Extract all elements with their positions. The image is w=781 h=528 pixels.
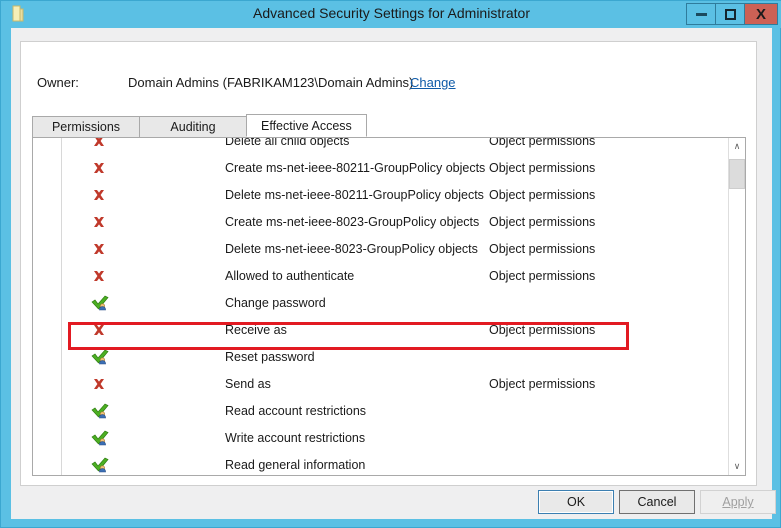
minimize-icon [696,13,707,16]
permission-name: Delete ms-net-ieee-8023-GroupPolicy obje… [225,242,478,256]
permission-type: Object permissions [489,138,595,148]
permission-type: Object permissions [489,323,595,337]
allow-check-icon [91,457,109,475]
close-button[interactable]: X [744,3,778,25]
table-row[interactable]: Create ms-net-ieee-80211-GroupPolicy obj… [33,156,729,183]
deny-x-icon [91,214,109,232]
content-panel: Owner: Domain Admins (FABRIKAM123\Domain… [20,41,757,486]
permission-type: Object permissions [489,215,595,229]
permission-name: Allowed to authenticate [225,269,354,283]
tab-permissions[interactable]: Permissions [32,116,140,137]
ok-button[interactable]: OK [538,490,614,514]
table-row[interactable]: Delete all child objects Object permissio… [33,138,729,156]
permission-name: Send as [225,377,271,391]
chevron-up-icon: ∧ [734,142,741,151]
table-row[interactable]: Write account restrictions [33,426,729,453]
dialog-button-row: OK Cancel Apply [11,490,772,519]
permission-name: Write account restrictions [225,431,365,445]
owner-value: Domain Admins (FABRIKAM123\Domain Admins… [128,75,413,90]
permission-type: Object permissions [489,242,595,256]
apply-button-label: Apply [722,495,753,509]
owner-change-link[interactable]: Change [410,75,456,90]
scroll-up-button[interactable]: ∧ [729,138,745,155]
table-row[interactable]: Reset password [33,345,729,372]
permission-type: Object permissions [489,161,595,175]
deny-x-icon [91,241,109,259]
maximize-icon [725,9,736,20]
apply-button[interactable]: Apply [700,490,776,514]
scrollbar-thumb[interactable] [729,159,745,189]
cancel-button[interactable]: Cancel [619,490,695,514]
table-row[interactable]: Allowed to authenticate Object permission… [33,264,729,291]
table-row[interactable]: Delete ms-net-ieee-80211-GroupPolicy obj… [33,183,729,210]
permission-name: Create ms-net-ieee-8023-GroupPolicy obje… [225,215,479,229]
owner-label: Owner: [37,75,79,90]
deny-x-icon [91,322,109,340]
permission-name: Read account restrictions [225,404,366,418]
list-scroll-area: Delete all child objects Object permissio… [33,138,729,475]
owner-row: Owner: Domain Admins (FABRIKAM123\Domain… [21,42,756,97]
advanced-security-settings-window: Advanced Security Settings for Administr… [0,0,781,528]
tab-bar: PermissionsAuditingEffective Access [32,115,366,137]
effective-access-list[interactable]: Delete all child objects Object permissio… [32,137,746,476]
close-icon: X [756,7,766,22]
table-row[interactable]: Read account restrictions [33,399,729,426]
deny-x-icon [91,376,109,394]
table-row[interactable]: Delete ms-net-ieee-8023-GroupPolicy obje… [33,237,729,264]
table-row[interactable]: Send as Object permissions [33,372,729,399]
vertical-scrollbar[interactable]: ∧ ∨ [728,138,745,475]
permission-name: Receive as [225,323,287,337]
dialog-body: Owner: Domain Admins (FABRIKAM123\Domain… [11,28,772,519]
permission-type: Object permissions [489,377,595,391]
chevron-down-icon: ∨ [734,462,741,471]
table-row[interactable]: Change password [33,291,729,318]
permission-name: Delete all child objects [225,138,349,148]
allow-check-icon [91,430,109,448]
permission-rows: Delete all child objects Object permissio… [33,138,729,475]
allow-check-icon [91,349,109,367]
permission-type: Object permissions [489,188,595,202]
deny-x-icon [91,268,109,286]
allow-check-icon [91,295,109,313]
deny-x-icon [91,138,109,151]
table-row[interactable]: Receive as Object permissions [33,318,729,345]
deny-x-icon [91,187,109,205]
window-title: Advanced Security Settings for Administr… [1,5,781,21]
tab-auditing[interactable]: Auditing [139,116,247,137]
table-row[interactable]: Read general information [33,453,729,475]
permission-name: Reset password [225,350,315,364]
table-row[interactable]: Create ms-net-ieee-8023-GroupPolicy obje… [33,210,729,237]
maximize-button[interactable] [715,3,745,25]
tab-effective-access[interactable]: Effective Access [246,114,367,137]
permission-type: Object permissions [489,269,595,283]
window-controls: X [687,3,778,25]
minimize-button[interactable] [686,3,716,25]
allow-check-icon [91,403,109,421]
permission-name: Delete ms-net-ieee-80211-GroupPolicy obj… [225,188,484,202]
permission-name: Change password [225,296,326,310]
permission-name: Create ms-net-ieee-80211-GroupPolicy obj… [225,161,485,175]
scroll-down-button[interactable]: ∨ [729,458,745,475]
permission-name: Read general information [225,458,365,472]
title-bar: Advanced Security Settings for Administr… [1,1,781,28]
deny-x-icon [91,160,109,178]
